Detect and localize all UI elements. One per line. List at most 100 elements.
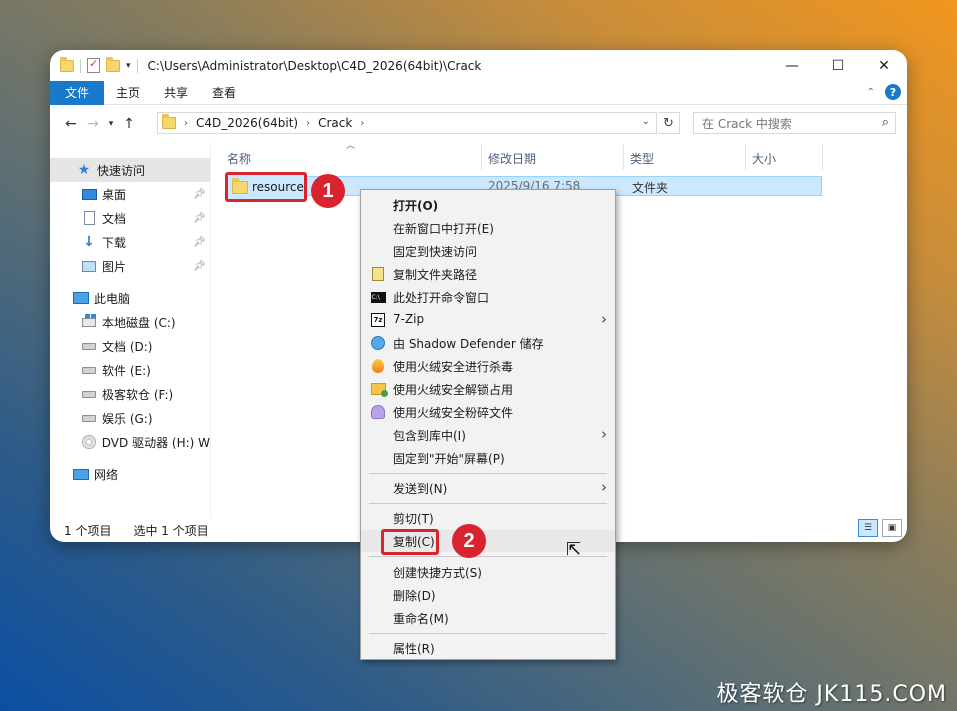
menu-item-huorong-scan[interactable]: 使用火绒安全进行杀毒 (361, 355, 615, 377)
pin-icon[interactable]: 📌︎ (193, 213, 206, 224)
ribbon-right: ⌃ ? (867, 84, 901, 100)
sidebar-item-pictures[interactable]: 图片 📌︎ (50, 254, 210, 278)
menu-item-pin-start[interactable]: 固定到"开始"屏幕(P) (361, 447, 615, 469)
sidebar-item-drive-d[interactable]: 文档 (D:) (50, 334, 210, 358)
menu-item-rename[interactable]: 重命名(M) (361, 607, 615, 629)
sidebar-item-network[interactable]: 网络 (50, 462, 210, 486)
tab-view[interactable]: 查看 (200, 81, 248, 105)
menu-item-huorong-shred[interactable]: 使用火绒安全粉碎文件 (361, 401, 615, 423)
menu-item-pin-quick-access[interactable]: 固定到快速访问 (361, 240, 615, 262)
unlock-icon (370, 382, 388, 397)
breadcrumb-separator[interactable]: › (360, 118, 364, 129)
back-arrow-icon[interactable]: ← (60, 116, 82, 132)
menu-item-label: 使用火绒安全解锁占用 (393, 383, 514, 397)
submenu-arrow-icon: › (601, 310, 607, 328)
menu-item-include-library[interactable]: 包含到库中(I) › (361, 424, 615, 446)
menu-item-label: 7-Zip (393, 312, 425, 326)
details-view-icon[interactable]: ☰ (858, 519, 878, 537)
menu-item-shadow-defender[interactable]: 由 Shadow Defender 储存 (361, 332, 615, 354)
menu-item-open-cmd[interactable]: C:\ 此处打开命令窗口 (361, 286, 615, 308)
7zip-icon: 7z (370, 313, 386, 327)
menu-item-properties[interactable]: 属性(R) (361, 637, 615, 659)
pin-icon[interactable]: 📌︎ (193, 189, 206, 200)
recent-chevron-icon[interactable]: ▾ (104, 119, 118, 129)
new-folder-icon[interactable] (106, 56, 120, 72)
sidebar-item-label: 文档 (D:) (102, 339, 153, 354)
help-icon[interactable]: ? (885, 84, 901, 100)
breadcrumb-c4d[interactable]: C4D_2026(64bit) (196, 116, 298, 130)
column-header-name[interactable]: 名称 (221, 148, 481, 168)
minimize-button[interactable]: — (769, 50, 815, 81)
file-name-highlight[interactable]: resource (225, 172, 307, 202)
breadcrumb-separator[interactable]: › (184, 118, 188, 129)
menu-item-label: 打开(O) (393, 199, 439, 213)
large-icons-view-icon[interactable]: ▣ (882, 519, 902, 537)
forward-arrow-icon[interactable]: → (82, 116, 104, 132)
pin-icon[interactable]: 📌︎ (193, 237, 206, 248)
menu-item-copy-path[interactable]: 复制文件夹路径 (361, 263, 615, 285)
refresh-button[interactable]: ↻ (658, 112, 680, 134)
menu-item-delete[interactable]: 删除(D) (361, 584, 615, 606)
sidebar-item-downloads[interactable]: ↓ 下载 📌︎ (50, 230, 210, 254)
computer-icon (73, 291, 89, 305)
breadcrumb-crack[interactable]: Crack (318, 116, 352, 130)
picture-icon (81, 259, 97, 273)
menu-item-create-shortcut[interactable]: 创建快捷方式(S) (361, 561, 615, 583)
menu-item-label: 固定到快速访问 (393, 245, 478, 259)
sidebar-item-quick-access[interactable]: ★ 快速访问 (50, 158, 210, 182)
chevron-up-icon[interactable]: ⌃ (867, 87, 875, 98)
sidebar-item-drive-e[interactable]: 软件 (E:) (50, 358, 210, 382)
window-title: C:\Users\Administrator\Desktop\C4D_2026(… (147, 58, 482, 73)
title-bar: ▾ C:\Users\Administrator\Desktop\C4D_202… (50, 50, 907, 81)
address-row: ← → ▾ ↑ › C4D_2026(64bit) › Crack › ⌄ ↻ … (50, 110, 907, 138)
tab-share[interactable]: 共享 (152, 81, 200, 105)
sidebar-item-drive-f[interactable]: 极客软仓 (F:) (50, 382, 210, 406)
menu-item-cut[interactable]: 剪切(T) (361, 507, 615, 529)
tab-home[interactable]: 主页 (104, 81, 152, 105)
menu-item-label: 重命名(M) (393, 612, 449, 626)
menu-item-label: 创建快捷方式(S) (393, 566, 482, 580)
search-placeholder: 在 Crack 中搜索 (702, 116, 792, 131)
file-name[interactable]: resource (252, 180, 304, 194)
column-divider[interactable] (822, 144, 823, 170)
sidebar-item-this-pc[interactable]: 此电脑 (50, 286, 210, 310)
properties-icon[interactable] (87, 57, 100, 73)
address-dropdown-icon[interactable]: ⌄ (642, 116, 650, 127)
step-badge-2: 2 (452, 524, 486, 558)
menu-item-label: 删除(D) (393, 589, 436, 603)
menu-item-label: 剪切(T) (393, 512, 434, 526)
selected-count: 选中 1 个项目 (133, 524, 209, 538)
breadcrumb-separator[interactable]: › (306, 118, 310, 129)
address-bar[interactable]: › C4D_2026(64bit) › Crack › ⌄ (157, 112, 657, 134)
search-input[interactable]: 在 Crack 中搜索 ⌕ (693, 112, 896, 134)
menu-separator (369, 503, 607, 504)
menu-item-send-to[interactable]: 发送到(N) › (361, 477, 615, 499)
tab-file[interactable]: 文件 (50, 80, 105, 105)
sidebar-item-label: 软件 (E:) (102, 363, 151, 378)
sidebar-item-desktop[interactable]: 桌面 📌︎ (50, 182, 210, 206)
column-header-type[interactable]: 类型 (624, 148, 744, 168)
column-header-size[interactable]: 大小 (746, 148, 822, 168)
menu-item-open[interactable]: 打开(O) (361, 194, 615, 216)
sidebar-item-documents[interactable]: 文档 📌︎ (50, 206, 210, 230)
menu-item-huorong-unlock[interactable]: 使用火绒安全解锁占用 (361, 378, 615, 400)
menu-item-7zip[interactable]: 7z 7-Zip › (361, 309, 615, 331)
menu-separator (369, 633, 607, 634)
maximize-button[interactable]: ☐ (815, 50, 861, 81)
search-icon[interactable]: ⌕ (882, 115, 889, 130)
star-icon: ★ (77, 162, 91, 178)
pin-icon[interactable]: 📌︎ (193, 261, 206, 272)
sidebar-item-drive-c[interactable]: 本地磁盘 (C:) (50, 310, 210, 334)
up-arrow-icon[interactable]: ↑ (118, 116, 140, 132)
menu-item-label: 属性(R) (393, 642, 435, 656)
close-button[interactable]: ✕ (861, 50, 907, 81)
item-count: 1 个项目 (64, 524, 112, 538)
pane-divider[interactable] (210, 142, 211, 518)
file-type: 文件夹 (632, 181, 669, 195)
chevron-down-icon[interactable]: ▾ (126, 61, 131, 71)
menu-item-open-new-window[interactable]: 在新窗口中打开(E) (361, 217, 615, 239)
sidebar-item-dvd[interactable]: DVD 驱动器 (H:) W (50, 430, 210, 454)
column-header-date[interactable]: 修改日期 (482, 148, 622, 168)
sidebar-item-drive-g[interactable]: 娱乐 (G:) (50, 406, 210, 430)
sidebar-item-label: 此电脑 (94, 291, 131, 306)
